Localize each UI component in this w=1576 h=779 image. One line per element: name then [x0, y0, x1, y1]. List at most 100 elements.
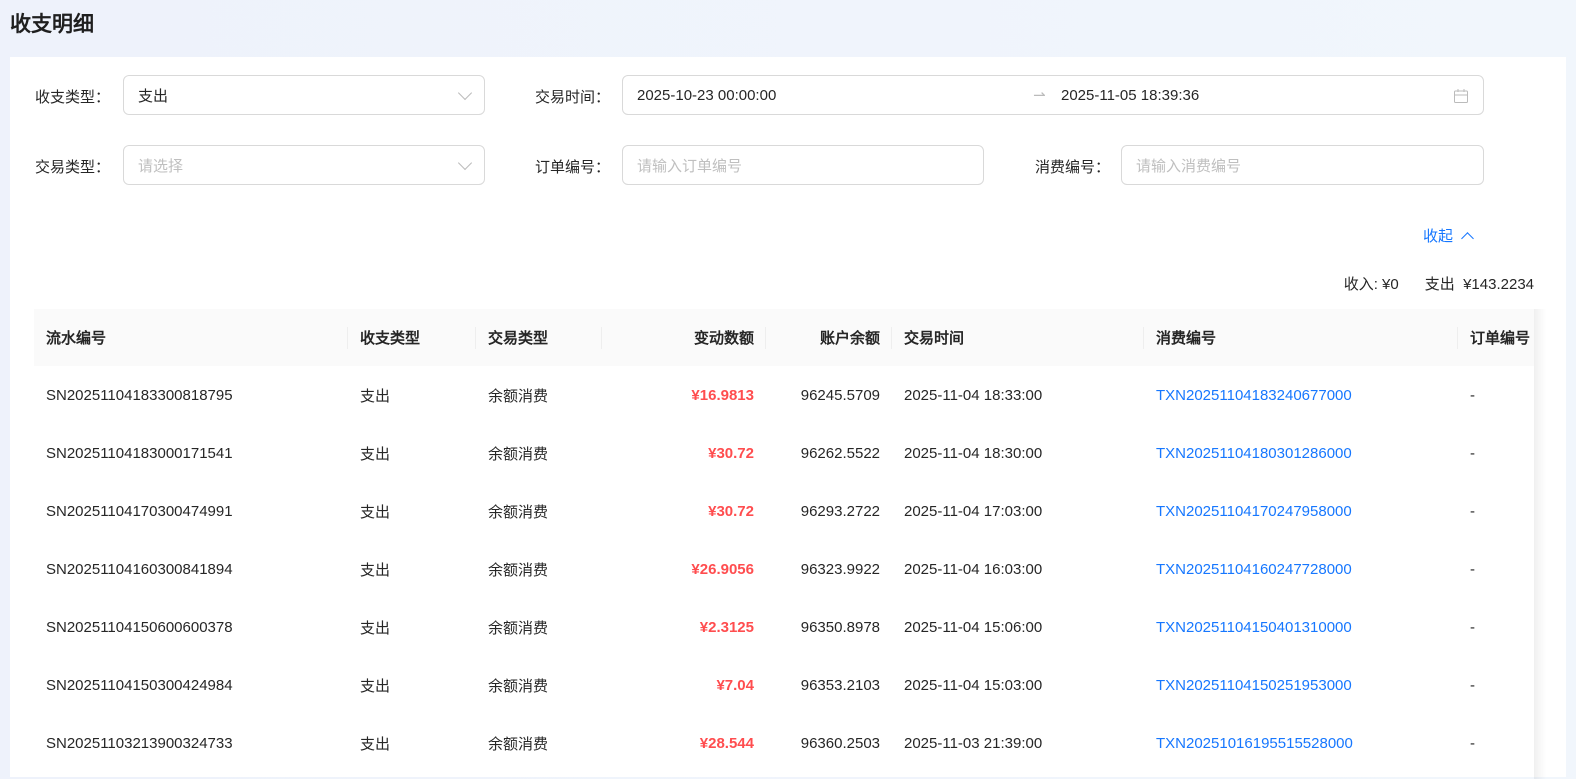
- scroll-shadow: [1534, 309, 1546, 779]
- expense-value: ¥143.2234: [1463, 276, 1534, 293]
- balance-cell: 96323.9922: [800, 560, 880, 578]
- column-header: 变动数额: [602, 309, 766, 366]
- calendar-icon: [1454, 89, 1468, 103]
- column-header: 交易时间: [892, 309, 1144, 366]
- amount-cell: ¥30.72: [708, 444, 754, 462]
- column-header: 收支类型: [348, 309, 476, 366]
- table-row[interactable]: SN20251104170300474991 支出 余额消费 ¥30.72 96293.…: [34, 482, 1534, 540]
- column-header: 订单编号: [1458, 309, 1534, 366]
- io-type-cell: 支出: [360, 677, 391, 695]
- table-row[interactable]: SN20251104150300424984 支出 余额消费 ¥7.04 96353.2…: [34, 656, 1534, 714]
- amount-cell: ¥2.3125: [699, 618, 754, 636]
- time-start[interactable]: 2025-10-23 00:00:00: [637, 87, 1033, 104]
- trade-time-cell: 2025-11-03 21:39:00: [904, 734, 1043, 752]
- arrow-right-icon: ⇀: [1033, 87, 1046, 104]
- consume-no-cell[interactable]: TXN20251016195515528000: [1144, 714, 1458, 772]
- trade-type-cell: 余额消费: [488, 387, 549, 405]
- page-title: 收支明细: [10, 13, 94, 36]
- column-header: 消费编号: [1144, 309, 1458, 366]
- consume-no-cell[interactable]: TXN20251104180301286000: [1144, 424, 1458, 482]
- consume-no-cell[interactable]: TXN20251104183240677000: [1144, 366, 1458, 424]
- trade-type-cell: 余额消费: [488, 503, 549, 521]
- type-select[interactable]: 支出: [123, 75, 485, 115]
- trade-time-cell: 2025-11-04 18:30:00: [904, 444, 1043, 462]
- trade-time-cell: 2025-11-04 16:03:00: [904, 560, 1043, 578]
- amount-cell: ¥28.544: [699, 734, 754, 752]
- order-no-cell: -: [1470, 618, 1475, 636]
- serial-no-cell: SN20251103213900324733: [46, 734, 233, 752]
- balance-cell: 96293.2722: [800, 502, 880, 520]
- balance-cell: 96245.5709: [800, 386, 880, 404]
- trade-time-cell: 2025-11-04 15:03:00: [904, 676, 1043, 694]
- amount-cell: ¥30.72: [708, 502, 754, 520]
- io-type-cell: 支出: [360, 561, 391, 579]
- trade-time-cell: 2025-11-04 18:33:00: [904, 386, 1043, 404]
- income-label: 收入:: [1343, 276, 1378, 293]
- expense-label: 支出: [1424, 276, 1455, 293]
- type-value: 支出: [138, 87, 169, 105]
- collapse-label: 收起: [1423, 228, 1454, 245]
- trade-type-cell: 余额消费: [488, 735, 549, 753]
- io-type-cell: 支出: [360, 387, 391, 405]
- consume-placeholder: 请输入消费编号: [1136, 157, 1242, 175]
- io-type-cell: 支出: [360, 503, 391, 521]
- trade-type-cell: 余额消费: [488, 677, 549, 695]
- amount-cell: ¥26.9056: [691, 560, 754, 578]
- serial-no-cell: SN20251104183300818795: [46, 386, 233, 404]
- order-no-cell: -: [1470, 734, 1475, 752]
- table-row[interactable]: SN20251104150600600378 支出 余额消费 ¥2.3125 96350…: [34, 598, 1534, 656]
- table-row[interactable]: SN20251103213900324733 支出 余额消费 ¥28.544 96360…: [34, 714, 1534, 772]
- balance-cell: 96350.8978: [800, 618, 880, 636]
- order-no-cell: -: [1470, 676, 1475, 694]
- serial-no-cell: SN20251104150600600378: [46, 618, 233, 636]
- trade-type-select[interactable]: 请选择: [123, 145, 485, 185]
- amount-cell: ¥7.04: [716, 676, 754, 694]
- consume-no-cell[interactable]: TXN20251104150251953000: [1144, 656, 1458, 714]
- order-no-cell: -: [1470, 386, 1475, 404]
- balance-cell: 96353.2103: [800, 676, 880, 694]
- chevron-down-icon: [457, 155, 473, 171]
- serial-no-cell: SN20251104183000171541: [46, 444, 233, 462]
- consume-no-cell[interactable]: TXN20251104150401310000: [1144, 598, 1458, 656]
- serial-no-cell: SN20251104170300474991: [46, 502, 233, 520]
- consume-no-cell[interactable]: TXN20251104160247728000: [1144, 540, 1458, 598]
- order-no-cell: -: [1470, 502, 1475, 520]
- balance-cell: 96360.2503: [800, 734, 880, 752]
- column-header: 账户余额: [766, 309, 892, 366]
- order-input[interactable]: 请输入订单编号: [622, 145, 984, 185]
- trade-time-cell: 2025-11-04 17:03:00: [904, 502, 1043, 520]
- balance-cell: 96262.5522: [800, 444, 880, 462]
- time-range-picker[interactable]: 2025-10-23 00:00:00 ⇀ 2025-11-05 18:39:3…: [622, 75, 1484, 115]
- summary: 收入: ¥0 支出 ¥143.2234: [1344, 273, 1534, 294]
- table-body: SN20251104183300818795 支出 余额消费 ¥16.9813 9624…: [34, 366, 1534, 772]
- table-row[interactable]: SN20251104160300841894 支出 余额消费 ¥26.9056 9632…: [34, 540, 1534, 598]
- trade-type-cell: 余额消费: [488, 445, 549, 463]
- chevron-up-icon: [1461, 231, 1474, 245]
- io-type-cell: 支出: [360, 619, 391, 637]
- trade-time-cell: 2025-11-04 15:06:00: [904, 618, 1043, 636]
- trade-type-placeholder: 请选择: [138, 157, 184, 175]
- trade-type-label: 交易类型：: [35, 159, 111, 176]
- consume-no-cell[interactable]: TXN20251104170247958000: [1144, 482, 1458, 540]
- consume-label: 消费编号：: [1035, 159, 1111, 176]
- type-label: 收支类型：: [35, 89, 111, 106]
- order-placeholder: 请输入订单编号: [637, 157, 743, 175]
- order-no-cell: -: [1470, 444, 1475, 462]
- consume-input[interactable]: 请输入消费编号: [1121, 145, 1484, 185]
- order-no-cell: -: [1470, 560, 1475, 578]
- trade-type-cell: 余额消费: [488, 561, 549, 579]
- amount-cell: ¥16.9813: [691, 386, 754, 404]
- content-card: 收支类型： 支出 交易时间： 2025-10-23 00:00:00 ⇀ 202…: [10, 57, 1566, 779]
- trade-type-cell: 余额消费: [488, 619, 549, 637]
- order-label: 订单编号：: [535, 159, 611, 176]
- time-end[interactable]: 2025-11-05 18:39:36: [1061, 87, 1199, 104]
- chevron-down-icon: [457, 85, 473, 101]
- time-label: 交易时间：: [535, 89, 611, 106]
- transactions-table[interactable]: 流水编号 收支类型 交易类型 变动数额 账户余额 交易时间 消费编号 订单编号 SN20251…: [34, 309, 1534, 779]
- serial-no-cell: SN20251104160300841894: [46, 560, 233, 578]
- table-row[interactable]: SN20251104183300818795 支出 余额消费 ¥16.9813 9624…: [34, 366, 1534, 424]
- table-row[interactable]: SN20251104183000171541 支出 余额消费 ¥30.72 96262.…: [34, 424, 1534, 482]
- table-header: 流水编号 收支类型 交易类型 变动数额 账户余额 交易时间 消费编号 订单编号: [34, 309, 1534, 366]
- collapse-button[interactable]: 收起: [1423, 225, 1474, 246]
- io-type-cell: 支出: [360, 735, 391, 753]
